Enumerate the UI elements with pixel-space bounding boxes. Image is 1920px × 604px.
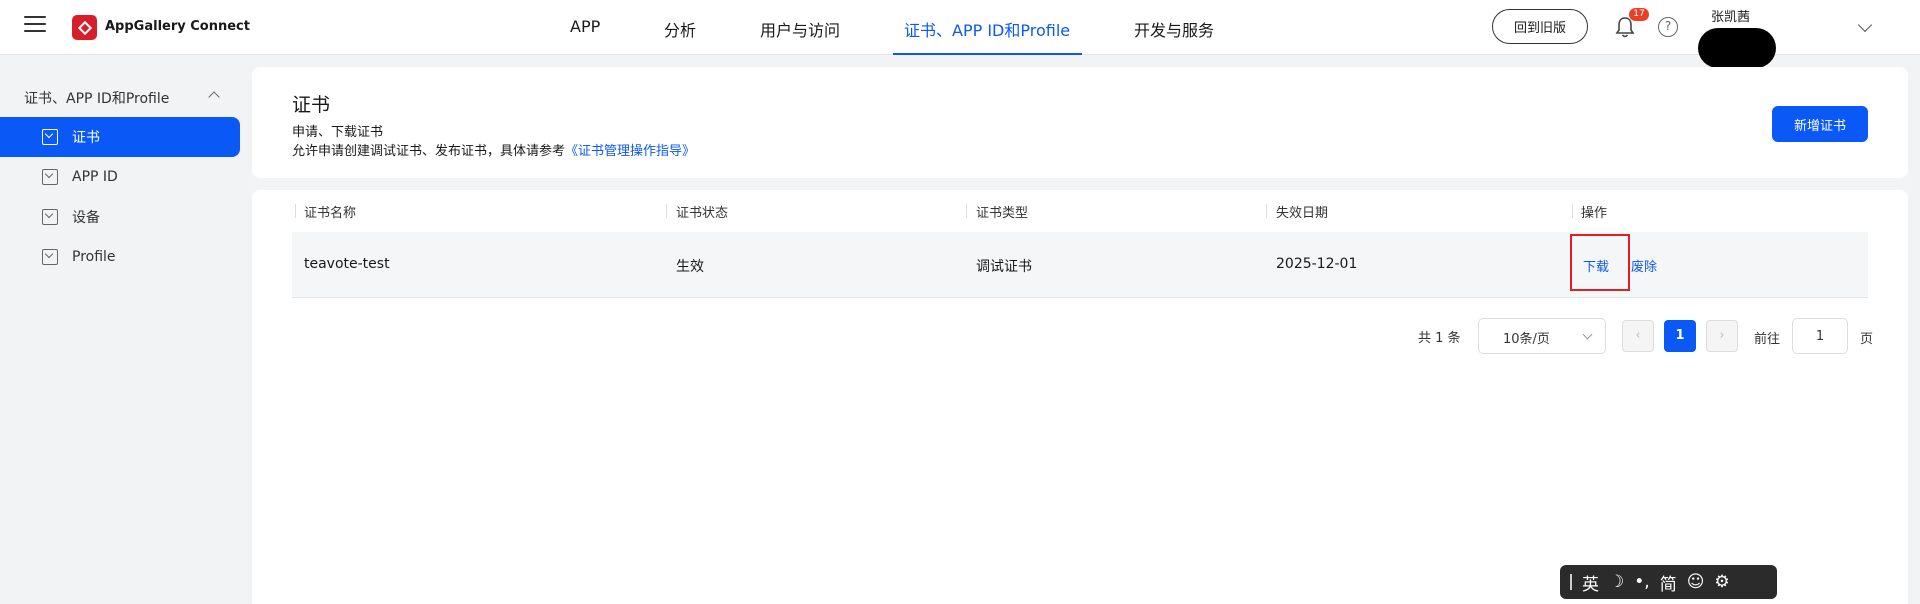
notification-badge: 17: [1629, 8, 1649, 21]
column-header-actions: 操作: [1581, 206, 1608, 221]
page-subtitle: 申请、下载证书: [292, 125, 384, 140]
sidebar-item-label: 证书: [72, 130, 100, 146]
table-row: teavote-test 生效 调试证书 2025-12-01 下载 废除: [292, 232, 1868, 298]
sidebar-item-devices[interactable]: 设备: [0, 197, 240, 237]
page-description: 允许申请创建调试证书、发布证书，具体请参考《证书管理操作指导》: [292, 140, 695, 159]
chevron-down-icon[interactable]: [1857, 17, 1873, 33]
prev-page-button[interactable]: ‹: [1622, 320, 1654, 352]
column-divider: [666, 204, 667, 218]
ime-simplified-toggle[interactable]: 简: [1660, 570, 1677, 595]
nav-item-dev-services[interactable]: 开发与服务: [1134, 17, 1214, 41]
avatar[interactable]: [1698, 28, 1776, 68]
cell-name: teavote-test: [304, 256, 390, 272]
nav-item-certificates[interactable]: 证书、APP ID和Profile: [904, 17, 1070, 41]
page-size-select[interactable]: 10条/页: [1478, 318, 1606, 354]
cell-expiry: 2025-12-01: [1276, 256, 1358, 272]
sidebar-item-label: APP ID: [72, 169, 118, 185]
nav-item-analytics[interactable]: 分析: [664, 17, 696, 41]
highlight-box: [1570, 234, 1630, 291]
hamburger-menu-icon[interactable]: [24, 16, 46, 36]
back-to-old-version-button[interactable]: 回到旧版: [1492, 9, 1588, 44]
revoke-link[interactable]: 废除: [1631, 256, 1657, 275]
document-icon: [42, 169, 58, 185]
column-header-status: 证书状态: [676, 206, 729, 221]
document-icon: [42, 129, 58, 145]
appgallery-logo: [72, 15, 97, 40]
chevron-up-icon[interactable]: [208, 91, 220, 103]
help-icon[interactable]: ?: [1658, 17, 1678, 37]
sidebar-item-profile[interactable]: Profile: [0, 237, 240, 277]
page-header-card: 证书 申请、下载证书 允许申请创建调试证书、发布证书，具体请参考《证书管理操作指…: [252, 67, 1908, 178]
page-size-value: 10条/页: [1503, 332, 1550, 347]
column-header-type: 证书类型: [976, 206, 1029, 221]
table-header: 证书名称 证书状态 证书类型 失效日期 操作: [292, 190, 1868, 232]
page-number-current[interactable]: 1: [1664, 320, 1696, 352]
goto-label: 前往: [1754, 332, 1781, 347]
sidebar-item-app-id[interactable]: APP ID: [0, 157, 240, 197]
column-header-expiry: 失效日期: [1276, 206, 1329, 221]
nav-item-users-access[interactable]: 用户与访问: [760, 17, 840, 41]
page-title: 证书: [292, 94, 331, 116]
column-divider: [966, 204, 967, 218]
column-divider: [1266, 204, 1267, 218]
brand-name: AppGallery Connect: [105, 19, 250, 34]
goto-page-input[interactable]: [1792, 318, 1848, 354]
sidebar-item-label: 设备: [72, 210, 100, 226]
chevron-down-icon: [1582, 329, 1593, 340]
gear-icon[interactable]: ⚙: [1714, 572, 1729, 592]
document-icon: [42, 209, 58, 225]
page-suffix-label: 页: [1860, 332, 1874, 347]
add-certificate-button[interactable]: 新增证书: [1772, 106, 1868, 142]
punctuation-icon[interactable]: •,: [1634, 572, 1649, 592]
nav-active-indicator: [893, 53, 1082, 55]
nav-item-app[interactable]: APP: [570, 17, 600, 36]
cell-type: 调试证书: [976, 259, 1032, 275]
moon-icon[interactable]: ☽: [1609, 572, 1624, 592]
sidebar-section-title[interactable]: 证书、APP ID和Profile: [24, 88, 169, 108]
pagination-total: 共 1 条: [1418, 331, 1461, 346]
ime-language-toggle[interactable]: 英: [1582, 570, 1599, 595]
column-divider: [1572, 204, 1573, 218]
description-text: 允许申请创建调试证书、发布证书，具体请参考: [292, 144, 566, 159]
ime-drag-handle[interactable]: [1570, 574, 1572, 590]
next-page-button[interactable]: ›: [1706, 320, 1738, 352]
column-divider: [295, 204, 296, 218]
user-name: 张凯茜: [1711, 10, 1751, 25]
top-bar: AppGallery Connect APP 分析 用户与访问 证书、APP I…: [0, 0, 1920, 68]
emoji-icon[interactable]: ☺: [1687, 572, 1705, 592]
sidebar-item-certificates[interactable]: 证书: [0, 117, 240, 157]
cell-status: 生效: [676, 259, 704, 275]
guide-link[interactable]: 《证书管理操作指导》: [565, 144, 695, 159]
document-icon: [42, 249, 58, 265]
ime-toolbar: 英 ☽ •, 简 ☺ ⚙: [1560, 565, 1777, 599]
column-header-name: 证书名称: [304, 206, 357, 221]
sidebar-item-label: Profile: [72, 249, 116, 265]
certificates-table-card: 证书名称 证书状态 证书类型 失效日期 操作 teavote-test 生效 调…: [252, 190, 1908, 604]
